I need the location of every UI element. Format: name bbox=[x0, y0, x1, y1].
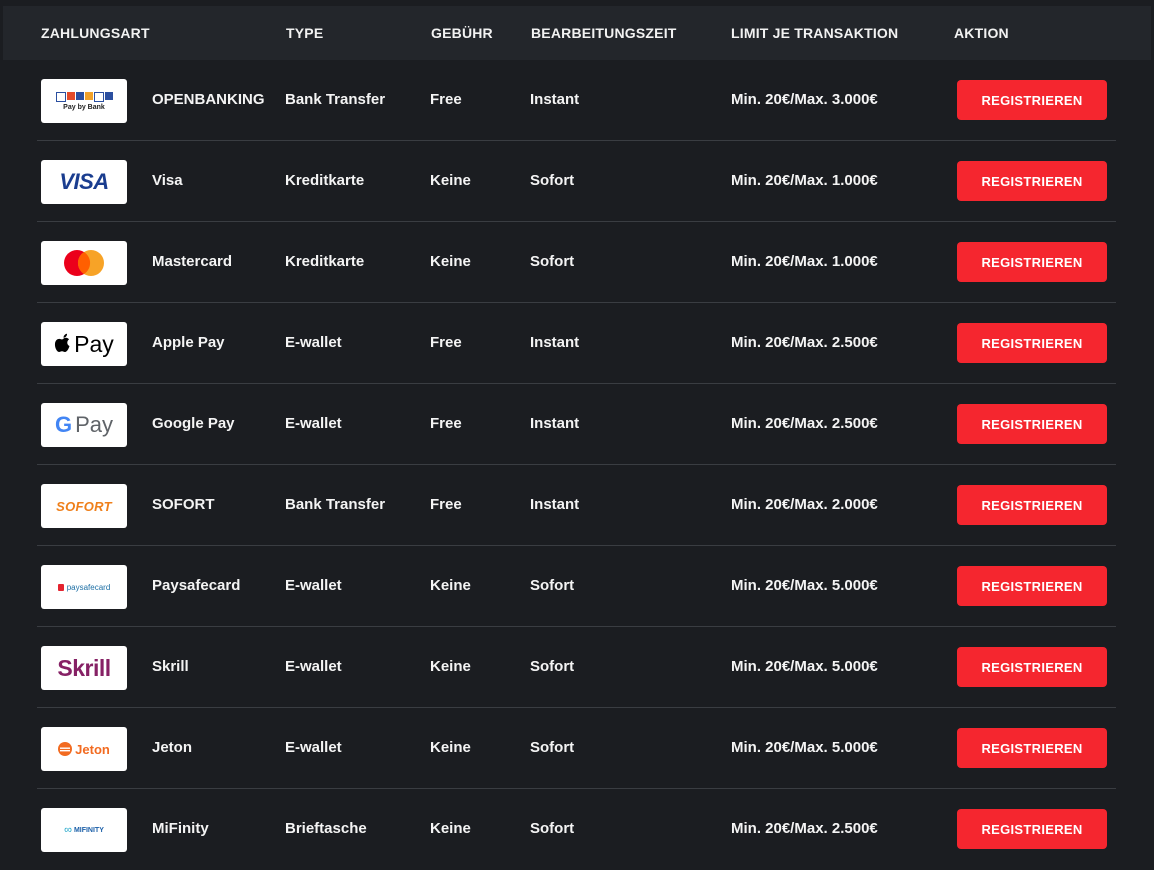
payment-name: Visa bbox=[152, 172, 183, 189]
processing-time: Sofort bbox=[530, 172, 575, 189]
table-header: ZAHLUNGSART TYPE GEBÜHR BEARBEITUNGSZEIT… bbox=[3, 6, 1151, 60]
payment-type: Kreditkarte bbox=[285, 172, 365, 189]
table-row: Skrill Skrill E-wallet Keine Sofort Min.… bbox=[37, 627, 1116, 708]
header-limit: LIMIT JE TRANSAKTION bbox=[731, 25, 899, 41]
payment-name: Mastercard bbox=[152, 253, 233, 270]
processing-time: Instant bbox=[530, 496, 580, 513]
payment-name: Paysafecard bbox=[152, 577, 241, 594]
payment-name: Google Pay bbox=[152, 415, 235, 432]
payment-type: E-wallet bbox=[285, 415, 342, 432]
payment-name: Apple Pay bbox=[152, 334, 225, 351]
table-row: Pay by Bank OPENBANKING Bank Transfer Fr… bbox=[37, 60, 1116, 141]
header-aktion: AKTION bbox=[954, 25, 1009, 41]
processing-time: Instant bbox=[530, 415, 580, 432]
payment-fee: Free bbox=[430, 496, 462, 513]
table-row: VISA Visa Kreditkarte Keine Sofort Min. … bbox=[37, 141, 1116, 222]
transaction-limit: Min. 20€/Max. 2.500€ bbox=[731, 415, 878, 432]
payment-fee: Keine bbox=[430, 172, 471, 189]
header-type: TYPE bbox=[286, 25, 324, 41]
table-row: Jeton Jeton E-wallet Keine Sofort Min. 2… bbox=[37, 708, 1116, 789]
payment-fee: Free bbox=[430, 415, 462, 432]
mastercard-icon bbox=[41, 241, 127, 285]
mifinity-icon: ∞ MIFINITY bbox=[41, 808, 127, 852]
payment-fee: Keine bbox=[430, 739, 471, 756]
register-button[interactable]: REGISTRIEREN bbox=[957, 161, 1107, 201]
table-row: SOFORT SOFORT Bank Transfer Free Instant… bbox=[37, 465, 1116, 546]
transaction-limit: Min. 20€/Max. 2.500€ bbox=[731, 820, 878, 837]
processing-time: Sofort bbox=[530, 820, 575, 837]
register-button[interactable]: REGISTRIEREN bbox=[957, 647, 1107, 687]
register-button[interactable]: REGISTRIEREN bbox=[957, 809, 1107, 849]
payment-name: SOFORT bbox=[152, 496, 215, 513]
transaction-limit: Min. 20€/Max. 1.000€ bbox=[731, 253, 878, 270]
processing-time: Instant bbox=[530, 334, 580, 351]
transaction-limit: Min. 20€/Max. 5.000€ bbox=[731, 577, 878, 594]
payment-type: Kreditkarte bbox=[285, 253, 365, 270]
skrill-icon: Skrill bbox=[41, 646, 127, 690]
register-button[interactable]: REGISTRIEREN bbox=[957, 242, 1107, 282]
table-row: G Pay Google Pay E-wallet Free Instant M… bbox=[37, 384, 1116, 465]
table-row: ∞ MIFINITY MiFinity Brieftasche Keine So… bbox=[37, 789, 1116, 870]
payment-fee: Keine bbox=[430, 658, 471, 675]
register-button[interactable]: REGISTRIEREN bbox=[957, 80, 1107, 120]
register-button[interactable]: REGISTRIEREN bbox=[957, 323, 1107, 363]
processing-time: Sofort bbox=[530, 658, 575, 675]
pay-by-bank-icon: Pay by Bank bbox=[41, 79, 127, 123]
payment-type: Bank Transfer bbox=[285, 91, 386, 108]
payment-name: OPENBANKING bbox=[152, 91, 265, 108]
register-button[interactable]: REGISTRIEREN bbox=[957, 485, 1107, 525]
payment-type: E-wallet bbox=[285, 658, 342, 675]
table-row: paysafecard Paysafecard E-wallet Keine S… bbox=[37, 546, 1116, 627]
register-button[interactable]: REGISTRIEREN bbox=[957, 728, 1107, 768]
payment-type: E-wallet bbox=[285, 577, 342, 594]
payment-name: Jeton bbox=[152, 739, 193, 756]
register-button[interactable]: REGISTRIEREN bbox=[957, 404, 1107, 444]
processing-time: Sofort bbox=[530, 253, 575, 270]
register-button[interactable]: REGISTRIEREN bbox=[957, 566, 1107, 606]
payment-fee: Free bbox=[430, 91, 462, 108]
payment-name: Skrill bbox=[152, 658, 189, 675]
header-bearbeitungszeit: BEARBEITUNGSZEIT bbox=[531, 25, 677, 41]
google-pay-icon: G Pay bbox=[41, 403, 127, 447]
processing-time: Instant bbox=[530, 91, 580, 108]
payment-fee: Keine bbox=[430, 820, 471, 837]
payment-type: E-wallet bbox=[285, 334, 342, 351]
payment-fee: Free bbox=[430, 334, 462, 351]
payment-type: Bank Transfer bbox=[285, 496, 386, 513]
table-row: Pay Apple Pay E-wallet Free Instant Min.… bbox=[37, 303, 1116, 384]
payment-fee: Keine bbox=[430, 577, 471, 594]
transaction-limit: Min. 20€/Max. 1.000€ bbox=[731, 172, 878, 189]
payment-type: Brieftasche bbox=[285, 820, 367, 837]
jeton-icon: Jeton bbox=[41, 727, 127, 771]
payment-fee: Keine bbox=[430, 253, 471, 270]
transaction-limit: Min. 20€/Max. 2.000€ bbox=[731, 496, 878, 513]
header-gebuehr: GEBÜHR bbox=[431, 25, 493, 41]
transaction-limit: Min. 20€/Max. 5.000€ bbox=[731, 658, 878, 675]
paysafecard-icon: paysafecard bbox=[41, 565, 127, 609]
table-row: Mastercard Kreditkarte Keine Sofort Min.… bbox=[37, 222, 1116, 303]
transaction-limit: Min. 20€/Max. 3.000€ bbox=[731, 91, 878, 108]
payment-type: E-wallet bbox=[285, 739, 342, 756]
transaction-limit: Min. 20€/Max. 5.000€ bbox=[731, 739, 878, 756]
header-zahlungsart: ZAHLUNGSART bbox=[41, 25, 150, 41]
transaction-limit: Min. 20€/Max. 2.500€ bbox=[731, 334, 878, 351]
payment-name: MiFinity bbox=[152, 820, 209, 837]
processing-time: Sofort bbox=[530, 739, 575, 756]
sofort-icon: SOFORT bbox=[41, 484, 127, 528]
processing-time: Sofort bbox=[530, 577, 575, 594]
visa-icon: VISA bbox=[41, 160, 127, 204]
apple-pay-icon: Pay bbox=[41, 322, 127, 366]
